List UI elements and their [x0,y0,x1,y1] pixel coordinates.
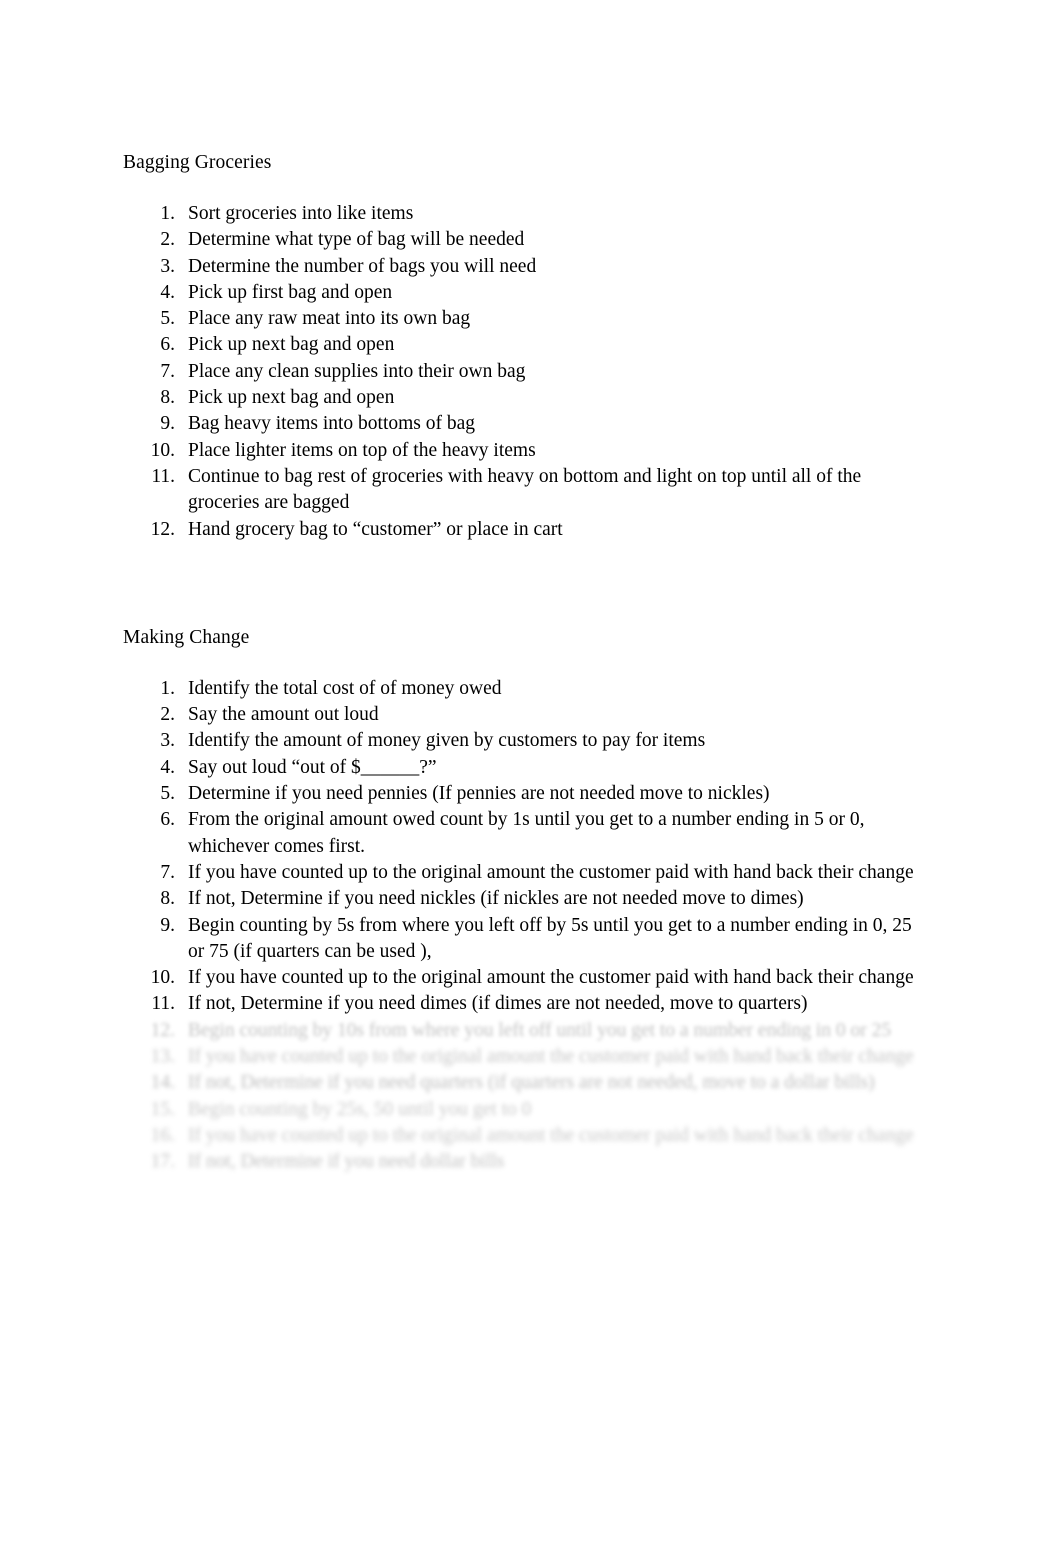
list-item-text: Sort groceries into like items [188,203,414,224]
list-item: 5. Place any raw meat into its own bag [123,306,923,332]
list-item: 10. If you have counted up to the origin… [123,965,923,991]
list-item-number: 6. [160,334,175,356]
list-item-number: 4. [160,756,175,778]
list-item: 16. If you have counted up to the origin… [123,1123,923,1149]
heading-spacer [123,651,923,676]
list-item-number: 14. [150,1072,175,1094]
list-item: 8. Pick up next bag and open [123,385,923,411]
list-item-text: If you have counted up to the original a… [188,967,914,989]
list-item-number: 5. [160,308,175,330]
list-item-number: 9. [160,914,175,936]
list-item: 7. Place any clean supplies into their o… [123,359,923,385]
list-item-number: 6. [160,809,175,831]
list-item: 2. Determine what type of bag will be ne… [123,227,923,253]
list-item-text: Pick up next bag and open [188,387,395,409]
list-item: 9. Begin counting by 5s from where you l… [123,913,923,966]
list-item: 5. Determine if you need pennies (If pen… [123,781,923,807]
list-item: 12. Hand grocery bag to “customer” or pl… [123,517,923,543]
list-item-text: If not, Determine if you need quarters (… [188,1072,875,1094]
list-item-number: 11. [151,465,175,487]
list-item-text: Say the amount out loud [188,704,379,726]
section-heading-bagging-groceries: Bagging Groceries [123,152,272,173]
list-item: 11. If not, Determine if you need dimes … [123,991,923,1017]
section-heading-making-change: Making Change [123,626,250,648]
list-item-number: 10. [150,439,175,461]
list-item: 11. Continue to bag rest of groceries wi… [123,464,923,517]
list-item: 9. Bag heavy items into bottoms of bag [123,411,923,437]
list-item-number: 3. [160,730,175,752]
list-item-text: Place lighter items on top of the heavy … [188,439,536,461]
list-item-number: 7. [160,861,175,883]
list-item-text: Determine what type of bag will be neede… [188,229,525,251]
list-item-number: 3. [160,255,175,277]
list-item: 2. Say the amount out loud [123,702,923,728]
list-item: 10. Place lighter items on top of the he… [123,438,923,464]
making-change-step-list: 1. Identify the total cost of of money o… [123,676,923,1018]
list-item-text: Pick up next bag and open [188,334,395,356]
list-item: 12. Begin counting by 10s from where you… [123,1018,923,1044]
list-item-number: 9. [160,413,175,435]
list-item: 4. Say out loud “out of $______?” [123,755,923,781]
heading-spacer [123,176,923,201]
list-item-text: Bag heavy items into bottoms of bag [188,413,476,435]
list-item-text: Begin counting by 5s from where you left… [188,914,912,962]
list-item-number: 12. [150,1019,175,1041]
list-item: 4. Pick up first bag and open [123,280,923,306]
list-item-number: 13. [150,1046,175,1068]
list-item-number: 15. [150,1098,175,1120]
list-item-text: Begin counting by 25s, 50 until you get … [188,1098,532,1120]
list-item-number: 17. [150,1151,175,1173]
document-page: Bagging Groceries 1. Sort groceries into… [0,0,1062,1561]
list-item-number: 10. [150,967,175,989]
list-item-text: Continue to bag rest of groceries with h… [188,465,862,514]
list-item-text: If not, Determine if you need nickles (i… [188,888,804,910]
list-item: 14. If not, Determine if you need quarte… [123,1070,923,1096]
list-item: 6. From the original amount owed count b… [123,807,923,860]
list-item-text: If you have counted up to the original a… [188,861,914,883]
list-item-text: If not, Determine if you need dollar bil… [188,1151,505,1173]
list-item: 7. If you have counted up to the origina… [123,860,923,886]
list-item-number: 1. [160,677,175,699]
list-item-text: Say out loud “out of $______?” [188,756,437,778]
list-item: 8. If not, Determine if you need nickles… [123,886,923,912]
list-item-text: If you have counted up to the original a… [188,1046,914,1068]
making-change-faded-step-list: 12. Begin counting by 10s from where you… [123,1018,923,1176]
list-item-number: 2. [160,229,175,251]
list-item-number: 8. [160,387,175,409]
list-item-number: 11. [151,993,175,1015]
list-item-number: 5. [160,783,175,805]
list-item-number: 12. [150,518,175,540]
list-item-text: Determine if you need pennies (If pennie… [188,783,770,805]
list-item-number: 2. [160,704,175,726]
list-item-number: 8. [160,888,175,910]
list-item-text: Hand grocery bag to “customer” or place … [188,518,563,540]
list-item-text: Identify the amount of money given by cu… [188,730,706,752]
list-item: 3. Determine the number of bags you will… [123,254,923,280]
faded-obscured-text-block: 12. Begin counting by 10s from where you… [123,1018,923,1176]
bagging-groceries-step-list: 1. Sort groceries into like items 2. Det… [123,201,923,543]
list-item-text: Place any clean supplies into their own … [188,360,526,382]
list-item: 15. Begin counting by 25s, 50 until you … [123,1097,923,1123]
list-item-text: If you have counted up to the original a… [188,1124,914,1146]
list-item: 6. Pick up next bag and open [123,332,923,358]
list-item: 13. If you have counted up to the origin… [123,1044,923,1070]
list-item-number: 4. [160,281,175,303]
list-item-number: 1. [160,203,175,224]
list-item: 1. Sort groceries into like items [123,201,923,227]
list-item-text: From the original amount owed count by 1… [188,809,865,857]
list-item-text: Determine the number of bags you will ne… [188,255,537,277]
list-item-text: Identify the total cost of of money owed [188,677,502,699]
list-item-text: If not, Determine if you need dimes (if … [188,993,808,1015]
list-item: 1. Identify the total cost of of money o… [123,676,923,702]
list-item-text: Pick up first bag and open [188,281,393,303]
list-item-text: Begin counting by 10s from where you lef… [188,1019,892,1041]
list-item: 3. Identify the amount of money given by… [123,728,923,754]
list-item-number: 7. [160,360,175,382]
list-item-text: Place any raw meat into its own bag [188,308,471,330]
document-body: Bagging Groceries 1. Sort groceries into… [123,150,923,1176]
list-item-number: 16. [150,1124,175,1146]
list-item: 17. If not, Determine if you need dollar… [123,1149,923,1175]
